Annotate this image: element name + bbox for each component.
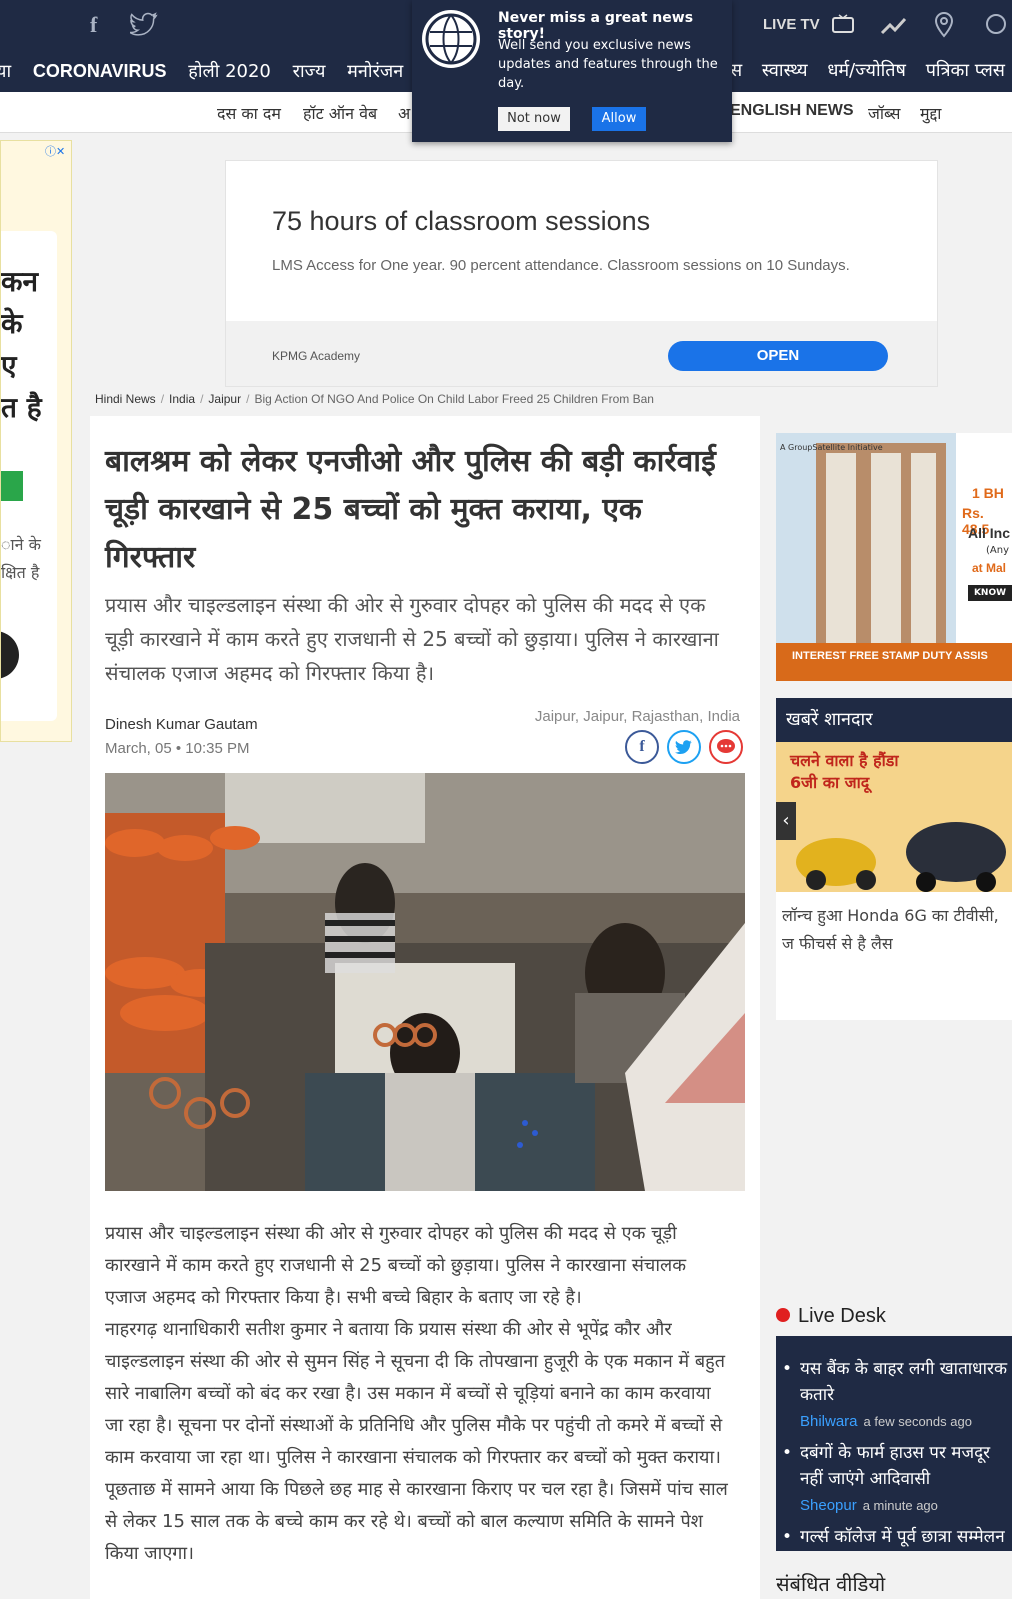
live-desk-item[interactable]: • यस बैंक के बाहर लगी खाताधारक कतारे Bhi… — [782, 1356, 1012, 1435]
allow-button[interactable]: Allow — [592, 107, 646, 131]
ad-text: त है — [1, 391, 42, 424]
breadcrumb-item[interactable]: India — [169, 392, 195, 406]
facebook-icon[interactable]: f — [90, 12, 97, 38]
breadcrumb-item[interactable]: Jaipur — [208, 392, 241, 406]
article-body: प्रयास और चाइल्डलाइन संस्था की ओर से गुर… — [105, 1218, 730, 1570]
ad-text: ए — [1, 349, 17, 382]
nav-item-health[interactable]: स्वास्थ्य — [762, 60, 808, 81]
search-icon[interactable] — [984, 12, 1012, 42]
subnav-item-jobs[interactable]: जॉब्स — [868, 102, 900, 124]
live-desk-item[interactable]: • गर्ल्स कॉलेज में पूर्व छात्रा सम्मेलन — [782, 1524, 1012, 1550]
article-photo — [105, 773, 745, 1191]
article-location: Jaipur, Jaipur, Rajasthan, India — [534, 708, 740, 725]
live-dot-icon — [776, 1308, 790, 1322]
live-desk-heading: Live Desk — [776, 1305, 886, 1328]
live-desk-item-text: गर्ल्स कॉलेज में पूर्व छात्रा सम्मेलन — [800, 1527, 1005, 1547]
ad-title: 75 hours of classroom sessions — [272, 206, 651, 236]
twitter-icon[interactable] — [127, 12, 158, 42]
live-desk-item-text: दबंगों के फार्म हाउस पर मजदूर नहीं जाएंग… — [800, 1443, 991, 1489]
popup-text: Well send you exclusive news updates and… — [498, 38, 718, 91]
subnav-item[interactable]: अ — [398, 102, 410, 124]
ad-text: ाने के — [1, 535, 41, 554]
live-desk-item[interactable]: • दबंगों के फार्म हाउस पर मजदूर नहीं जाए… — [782, 1440, 1012, 1519]
related-videos-heading: संबंधित वीडियो — [776, 1572, 886, 1596]
live-tv-link[interactable]: LIVE TV — [763, 16, 820, 33]
nav-item-religion[interactable]: धर्म/ज्योतिष — [827, 60, 906, 81]
location-icon[interactable] — [934, 11, 954, 42]
subnav-item[interactable]: दस का दम — [217, 102, 281, 124]
facebook-share-icon[interactable]: f — [625, 730, 659, 764]
comment-icon[interactable] — [709, 730, 743, 764]
ad-text: at Mal — [972, 561, 1007, 575]
left-ad-panel: कन के ए त है ाने के क्षित है — [1, 231, 57, 721]
main-nav-right: नेस स्वास्थ्य धर्म/ज्योतिष पत्रिका प्लस — [720, 50, 1005, 92]
left-ad[interactable]: ⓘ✕ कन के ए त है ाने के क्षित है — [0, 140, 72, 742]
ad-text: के — [1, 307, 23, 340]
breadcrumb: Hindi News / India / Jaipur / Big Action Of NG… — [95, 392, 654, 406]
promo-text: चलने वाला है हौंडा 6जी का जादू — [790, 751, 899, 792]
ad-open-button[interactable]: OPEN — [668, 341, 888, 371]
ad-text: कन — [1, 265, 39, 298]
live-desk-item-text: यस बैंक के बाहर लगी खाताधारक कतारे — [800, 1359, 1008, 1405]
ad-choices-icon[interactable]: ⓘ✕ — [45, 143, 65, 159]
carousel-prev-button[interactable]: ‹ — [776, 802, 796, 840]
live-desk-title: Live Desk — [798, 1305, 886, 1327]
author-name[interactable]: Dinesh Kumar Gautam — [105, 716, 258, 733]
live-desk-time: a minute ago — [862, 1498, 938, 1513]
widget-heading: खबरें शानदार — [776, 698, 1012, 742]
trending-icon[interactable] — [880, 15, 908, 39]
nav-item-patrika-plus[interactable]: पत्रिका प्लस — [926, 60, 1005, 81]
promo-image[interactable]: चलने वाला है हौंडा 6जी का जादू ‹ — [776, 742, 1012, 892]
ad-text: LMS Access for One year. 90 percent atte… — [272, 257, 850, 274]
sidebar-ad[interactable]: A GroupSatellite Initiative 1 BH Rs. 48.… — [776, 433, 1012, 681]
globe-icon — [422, 10, 480, 68]
live-desk-city[interactable]: Bhilwara — [800, 1413, 858, 1430]
breadcrumb-current: Big Action Of NGO And Police On Child La… — [254, 392, 654, 406]
promo-caption[interactable]: लॉन्च हुआ Honda 6G का टीवीसी, ज फीचर्स स… — [782, 902, 1012, 958]
tv-icon[interactable] — [832, 14, 854, 38]
ad-footer-text: INTEREST FREE STAMP DUTY ASSIS — [792, 650, 988, 662]
ad-text: 1 BH — [972, 485, 1004, 501]
promoted-news-widget: खबरें शानदार चलने वाला है हौंडा 6जी का ज… — [776, 698, 1012, 1020]
live-desk-time: a few seconds ago — [863, 1414, 972, 1429]
know-more-button[interactable]: KNOW — [968, 585, 1012, 601]
nav-item-states[interactable]: राज्य — [293, 51, 326, 92]
twitter-share-icon[interactable] — [667, 730, 701, 764]
publish-date: March, 05 • 10:35 PM — [105, 740, 250, 757]
breadcrumb-item[interactable]: Hindi News — [95, 392, 156, 406]
subnav-item-english-news[interactable]: ENGLISH NEWS — [730, 102, 854, 120]
nav-item-entertainment[interactable]: मनोरंजन — [347, 51, 403, 92]
subnav-item-issues[interactable]: मुद्दा — [920, 102, 941, 124]
ad-brand: A GroupSatellite Initiative — [780, 443, 883, 452]
nav-item[interactable]: या — [0, 51, 11, 92]
article-summary: प्रयास और चाइल्डलाइन संस्था की ओर से गुर… — [105, 593, 719, 685]
subnav-item[interactable]: हॉट ऑन वेब — [303, 102, 377, 124]
nav-item-holi[interactable]: होली 2020 — [188, 51, 271, 92]
ad-logo — [1, 471, 23, 501]
live-desk-list: • यस बैंक के बाहर लगी खाताधारक कतारे Bhi… — [776, 1336, 1012, 1551]
not-now-button[interactable]: Not now — [498, 107, 570, 131]
ad-text: All Inc — [968, 525, 1011, 541]
article-headline: बालश्रम को लेकर एनजीओ और पुलिस की बड़ी क… — [105, 444, 716, 575]
ad-button[interactable] — [1, 631, 19, 679]
ad-text: क्षित है — [1, 563, 40, 582]
article-paragraph: प्रयास और चाइल्डलाइन संस्था की ओर से गुर… — [105, 1223, 687, 1308]
nav-item-coronavirus[interactable]: CORONAVIRUS — [33, 50, 167, 92]
article-paragraph: नाहरगढ़ थानाधिकारी सतीश कुमार ने बताया क… — [105, 1319, 728, 1564]
live-desk-city[interactable]: Sheopur — [800, 1497, 857, 1514]
display-ad[interactable]: 75 hours of classroom sessions LMS Acces… — [225, 160, 938, 387]
ad-brand: KPMG Academy — [272, 349, 361, 363]
notification-popup: Never miss a great news story! Well send… — [412, 0, 732, 142]
ad-text: (Any — [986, 545, 1009, 556]
